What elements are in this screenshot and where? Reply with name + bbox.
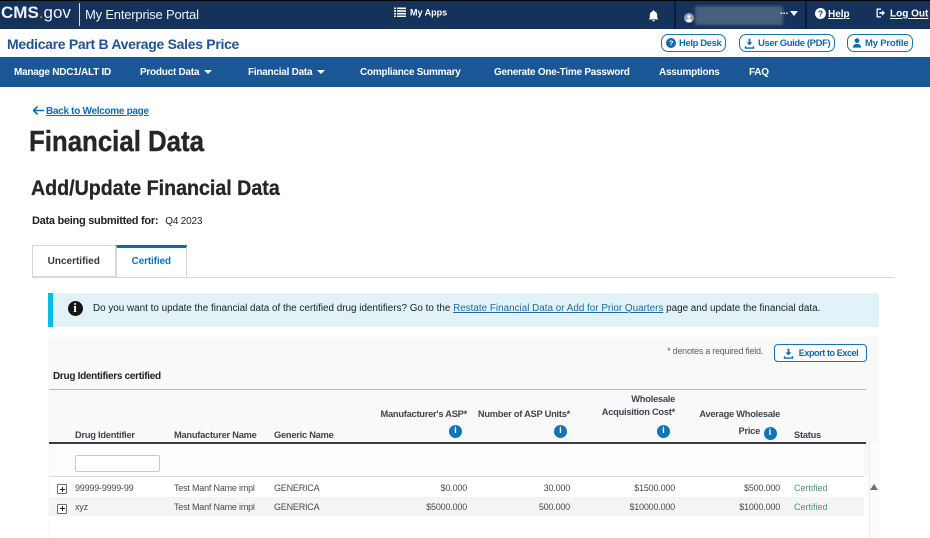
svg-text:?: ? bbox=[818, 8, 823, 18]
